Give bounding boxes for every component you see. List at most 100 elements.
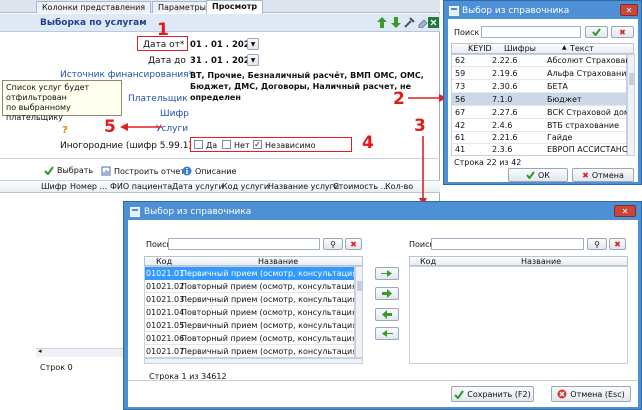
cell-code: 01021.03 (146, 295, 185, 304)
dict-big-scrollbar-left[interactable] (355, 266, 363, 358)
dict-small-scrollbar[interactable] (627, 54, 635, 156)
dict-big-rows-right (409, 266, 628, 364)
dict-big-body: Поиск: ⚲ ✖ Код Название 01021.01 Первичны… (128, 220, 638, 407)
search-icon: ⚲ (594, 239, 600, 249)
search-button-right[interactable]: ⚲ (587, 238, 607, 250)
table-row-selected[interactable]: 56 7.1.0 Бюджет (452, 93, 626, 106)
dict-small-search-clear[interactable]: ✖ (611, 26, 634, 38)
table-row[interactable]: 01021.03 Первичный прием (осмотр, консуль… (145, 293, 354, 306)
scroll-thumb[interactable] (629, 73, 634, 85)
dict-small-title: Выбор из справочника (462, 6, 570, 16)
cell-code: 2.27.6 (492, 108, 518, 117)
arrow-right-icon (382, 289, 392, 298)
cell-code: 01021.01 (146, 269, 185, 278)
col-code[interactable]: Код (156, 257, 172, 266)
cell-code: 01021.06 (146, 334, 185, 343)
table-row-selected[interactable]: 01021.01 Первичный прием (осмотр, консуль… (145, 267, 355, 280)
ok-button-label: ОК (538, 170, 550, 180)
dict-small-window: Выбор из справочника ✕ Поиск ✖ KEYID Шиф… (443, 0, 642, 185)
move-right-button[interactable] (375, 287, 399, 300)
move-all-left-button[interactable] (375, 327, 399, 340)
close-icon[interactable]: ✕ (620, 4, 638, 16)
cell-code: 01021.05 (146, 321, 185, 330)
clear-button-right[interactable]: ✖ (609, 238, 626, 250)
cell-code: 01021.04 (146, 308, 185, 317)
dict-small-body: Поиск ✖ KEYID Шифры Текст ▲ 62 2.22.6 Абсо… (448, 19, 638, 182)
double-arrow-left-icon (382, 330, 393, 337)
table-row[interactable]: 67 2.27.6 ВСК Страховой дом (452, 106, 627, 119)
dict-big-grid-header-right (409, 256, 628, 266)
col-codes[interactable]: Шифры (504, 44, 536, 53)
search-button-left[interactable]: ⚲ (323, 238, 343, 250)
cell-code: 2.30.6 (492, 82, 518, 91)
save-button[interactable]: Сохранить (F2) (451, 386, 534, 402)
table-row[interactable]: 41 2.3.6 ЕВРОП АССИСТАНС ... (452, 144, 627, 156)
table-row[interactable]: 01021.05 Первичный прием (осмотр, консуль… (145, 319, 355, 332)
cell-text: ВТБ страхование (547, 121, 620, 130)
bottom-separator (128, 380, 638, 381)
cell-name: Первичный прием (осмотр, консультация) в… (181, 269, 355, 278)
move-all-right-button[interactable] (375, 267, 399, 280)
dict-big-hscroll-left[interactable] (144, 358, 363, 364)
table-row[interactable]: 01021.06 Повторный прием (осмотр, консуль… (145, 332, 355, 345)
cell-id: 62 (455, 56, 466, 65)
check-green-icon (454, 389, 465, 399)
cell-code: 2.22.6 (492, 56, 518, 65)
check-green-icon (526, 171, 535, 179)
table-row[interactable]: 01021.02 Повторный прием (осмотр, консуль… (145, 280, 355, 293)
window-icon (130, 207, 140, 217)
dict-big-rows-left: 01021.01 Первичный прием (осмотр, консуль… (144, 266, 355, 358)
cell-id: 41 (455, 145, 466, 154)
cell-text: ВСК Страховой дом (547, 108, 627, 117)
cell-text: Гайде (547, 133, 573, 142)
cancel-button-big-label: Отмена (Esc) (570, 389, 625, 399)
cell-code: 7.1.0 (492, 95, 513, 104)
cancel-button-label: Отмена (591, 170, 624, 180)
ok-button[interactable]: ОК (508, 168, 568, 182)
cancel-button[interactable]: ✖ Отмена (572, 168, 634, 182)
cancel-icon: ✖ (582, 170, 589, 180)
dict-small-rows: 62 2.22.6 Абсолют Страхование 59 2.19.6 Альф… (451, 54, 627, 156)
cell-id: 56 (455, 95, 466, 104)
cell-text: БЕТА (547, 82, 568, 91)
arrow-left-icon (382, 310, 392, 319)
cell-text: ЕВРОП АССИСТАНС ... (547, 145, 627, 154)
dict-big-search-input-right[interactable] (431, 238, 584, 250)
table-row[interactable]: 62 2.22.6 Абсолют Страхование (452, 55, 627, 67)
dict-big-title: Выбор из справочника (144, 207, 252, 217)
clear-button-left[interactable]: ✖ (345, 238, 362, 250)
cell-name: Повторный прием (осмотр, консультация) в… (181, 282, 355, 291)
search-icon: ⚲ (330, 239, 336, 249)
cell-id: 42 (455, 121, 466, 130)
cell-code: 01021.02 (146, 282, 185, 291)
cell-name: Повторный прием (осмотр, консультация) в… (181, 334, 355, 343)
scroll-thumb[interactable] (357, 281, 362, 291)
cell-id: 61 (455, 133, 466, 142)
cell-code: 2.3.6 (492, 145, 513, 154)
double-arrow-right-icon (381, 270, 392, 277)
dict-small-search-input[interactable] (481, 26, 581, 38)
col-name[interactable]: Название (258, 257, 298, 266)
dict-big-search-input-left[interactable] (168, 238, 320, 250)
cancel-button-big[interactable]: Отмена (Esc) (551, 386, 631, 402)
dict-small-search-ok[interactable] (585, 26, 608, 38)
move-left-button[interactable] (375, 308, 399, 321)
dict-small-search-label: Поиск (454, 28, 480, 37)
table-row[interactable]: 42 2.4.6 ВТБ страхование (452, 119, 626, 132)
cell-code: 01021.07 (146, 347, 185, 356)
table-row[interactable]: 01021.07 Первичный прием (осмотр, консуль… (145, 345, 354, 357)
cell-name: Повторный прием (осмотр, консультация) в… (181, 308, 355, 317)
sort-icon[interactable]: ▲ (562, 44, 567, 51)
table-row[interactable]: 01021.04 Повторный прием (осмотр, консуль… (145, 306, 355, 319)
table-row[interactable]: 73 2.30.6 БЕТА (452, 80, 626, 93)
col-keyid[interactable]: KEYID (468, 44, 492, 53)
col-code-right[interactable]: Код (420, 257, 436, 266)
cell-name: Первичный прием (осмотр, консультация) в… (181, 321, 355, 330)
close-icon[interactable]: ✕ (614, 205, 636, 217)
cell-text: Бюджет (547, 95, 582, 104)
table-row[interactable]: 59 2.19.6 Альфа Страхование (452, 67, 627, 80)
save-button-label: Сохранить (F2) (467, 389, 531, 399)
col-text[interactable]: Текст (570, 44, 594, 53)
col-name-right[interactable]: Название (521, 257, 561, 266)
table-row[interactable]: 61 2.21.6 Гайде (452, 132, 626, 144)
